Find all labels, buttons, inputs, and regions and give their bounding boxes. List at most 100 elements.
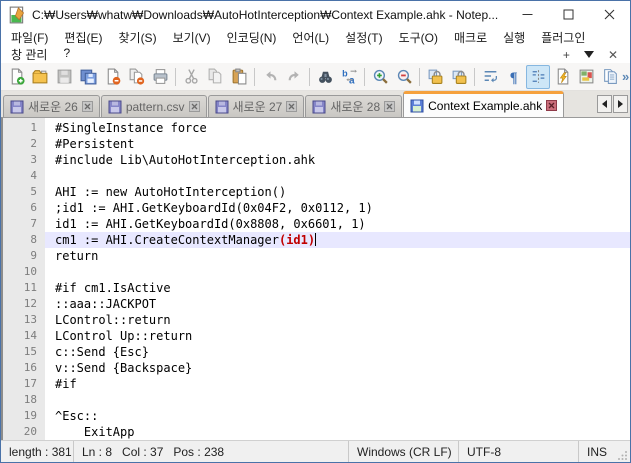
undo-button[interactable] [258,65,282,89]
menu-item-7[interactable]: 도구(O) [391,28,446,47]
code-editor[interactable]: 1 #SingleInstance force 2 #Persistent 3 #incl… [1,117,630,440]
code-line-12[interactable]: 12::aaa::JACKPOT [3,296,630,312]
menu-item-0[interactable]: 파일(F) [3,28,56,47]
code-line-3[interactable]: 3 #include Lib\AutoHotInterception.ahk [3,152,630,168]
cut-button[interactable] [179,65,203,89]
menu-item-6[interactable]: 설정(T) [337,28,390,47]
function-list-button[interactable] [550,65,574,89]
line-text: #Persistent [55,137,135,151]
new-file-icon [11,68,25,85]
paste-button[interactable] [227,65,251,89]
line-number: 19 [23,409,37,422]
maximize-button[interactable] [548,1,589,28]
code-line-8[interactable]: 8 cm1 := AHI.CreateContextManager(id1) [3,232,630,248]
menu-item-row2-1[interactable]: ? [55,45,78,64]
function-list-icon [557,68,568,85]
tab--28[interactable]: 새로운 28 [305,95,403,117]
close-file-icon [107,68,120,85]
menu-item-2[interactable]: 찾기(S) [110,28,164,47]
line-number: 9 [30,249,37,262]
status-eol-format[interactable]: Windows (CR LF) [349,441,459,462]
code-line-1[interactable]: 1 #SingleInstance force [3,120,630,136]
menu-item-1[interactable]: 편집(E) [56,28,110,47]
save-button[interactable] [52,65,76,89]
code-line-14[interactable]: 14 LControl Up::return [3,328,630,344]
line-number: 20 [23,425,37,438]
code-line-10[interactable]: 10 [3,264,630,280]
close-button[interactable] [589,1,630,28]
tab-context-example.ahk[interactable]: Context Example.ahk [403,91,565,117]
toolbar-overflow-chevron[interactable]: » [622,69,630,84]
close-all-button[interactable] [124,65,148,89]
close-x-icon[interactable]: ✕ [608,48,618,62]
toolbar-separator [309,67,310,86]
line-text: c::Send {Esc} [55,345,149,359]
open-file-button[interactable] [28,65,52,89]
code-line-7[interactable]: 7 id1 := AHI.GetKeyboardId(0x8808, 0x6601… [3,216,630,232]
status-encoding[interactable]: UTF-8 [459,441,579,462]
code-line-18[interactable]: 18 [3,392,630,408]
sync-vertical-scroll-button[interactable] [423,65,447,89]
resize-grip[interactable] [614,441,630,462]
print-button[interactable] [148,65,172,89]
menu-item-3[interactable]: 보기(V) [165,28,219,47]
find-icon [318,71,332,83]
tab-close-icon[interactable] [384,101,396,112]
close-all-icon [129,68,144,85]
sync-horizontal-scroll-button[interactable] [447,65,471,89]
replace-button[interactable]: ba [337,65,361,89]
line-text: cm1 := AHI.CreateContextManager(id1) [45,232,630,248]
save-all-button[interactable] [76,65,100,89]
line-number: 17 [23,377,37,390]
menu-bar-row1: 파일(F) 편집(E) 찾기(S) 보기(V) 인코딩(N) 언어(L) 설정(T) 도구(O… [1,28,630,46]
tab-close-icon[interactable] [286,101,298,112]
line-text: return [55,249,99,263]
tab-scroll-left-button[interactable] [597,95,612,113]
zoom-out-button[interactable] [392,65,416,89]
plus-icon[interactable]: + [563,49,570,61]
redo-button[interactable] [282,65,306,89]
document-list-icon [603,69,617,84]
code-line-19[interactable]: 19 ^Esc:: [3,408,630,424]
code-line-5[interactable]: 5 AHI := new AutoHotInterception() [3,184,630,200]
tab-scroll-right-button[interactable] [613,95,628,113]
code-line-11[interactable]: 11 #if cm1.IsActive [3,280,630,296]
menu-item-5[interactable]: 언어(L) [284,28,337,47]
tab--27[interactable]: 새로운 27 [207,95,305,117]
menu-item-10[interactable]: 플러그인 [533,28,593,47]
tab--26[interactable]: 새로운 26 [3,95,100,117]
line-text: LControl::return [55,313,171,327]
zoom-in-button[interactable] [368,65,392,89]
code-line-13[interactable]: 13 LControl::return [3,312,630,328]
find-button[interactable] [313,65,337,89]
tab-pattern.csv[interactable]: pattern.csv [100,95,207,117]
tab-close-icon[interactable] [546,100,558,111]
code-line-2[interactable]: 2 #Persistent [3,136,630,152]
menu-item-row2-0[interactable]: 창 관리 [3,45,55,64]
minimize-button[interactable] [507,1,548,28]
new-file-button[interactable] [4,65,28,89]
redo-icon [288,71,299,81]
status-typing-mode[interactable]: INS [579,441,614,462]
indent-guide-button[interactable] [526,64,550,89]
code-line-16[interactable]: 16 v::Send {Backspace} [3,360,630,376]
tab-close-icon[interactable] [188,101,200,112]
code-line-15[interactable]: 15 c::Send {Esc} [3,344,630,360]
tab-close-icon[interactable] [81,101,93,112]
menu-item-4[interactable]: 인코딩(N) [219,28,285,47]
dropdown-triangle-icon[interactable] [583,51,594,58]
menu-item-8[interactable]: 매크로 [446,28,495,47]
document-list-button[interactable] [598,65,622,89]
status-cursor-position[interactable]: Ln : 8 Col : 37 Pos : 238 [74,441,349,462]
code-line-9[interactable]: 9 return [3,248,630,264]
copy-button[interactable] [203,65,227,89]
close-file-button[interactable] [100,65,124,89]
word-wrap-button[interactable] [478,65,502,89]
code-line-20[interactable]: 20 ExitApp [3,424,630,440]
code-line-6[interactable]: 6 ;id1 := AHI.GetKeyboardId(0x04F2, 0x011… [3,200,630,216]
document-map-button[interactable] [574,65,598,89]
show-all-characters-button[interactable]: ¶ [502,65,526,89]
code-line-17[interactable]: 17 #if [3,376,630,392]
menu-item-9[interactable]: 실행 [495,28,533,47]
code-line-4[interactable]: 4 [3,168,630,184]
